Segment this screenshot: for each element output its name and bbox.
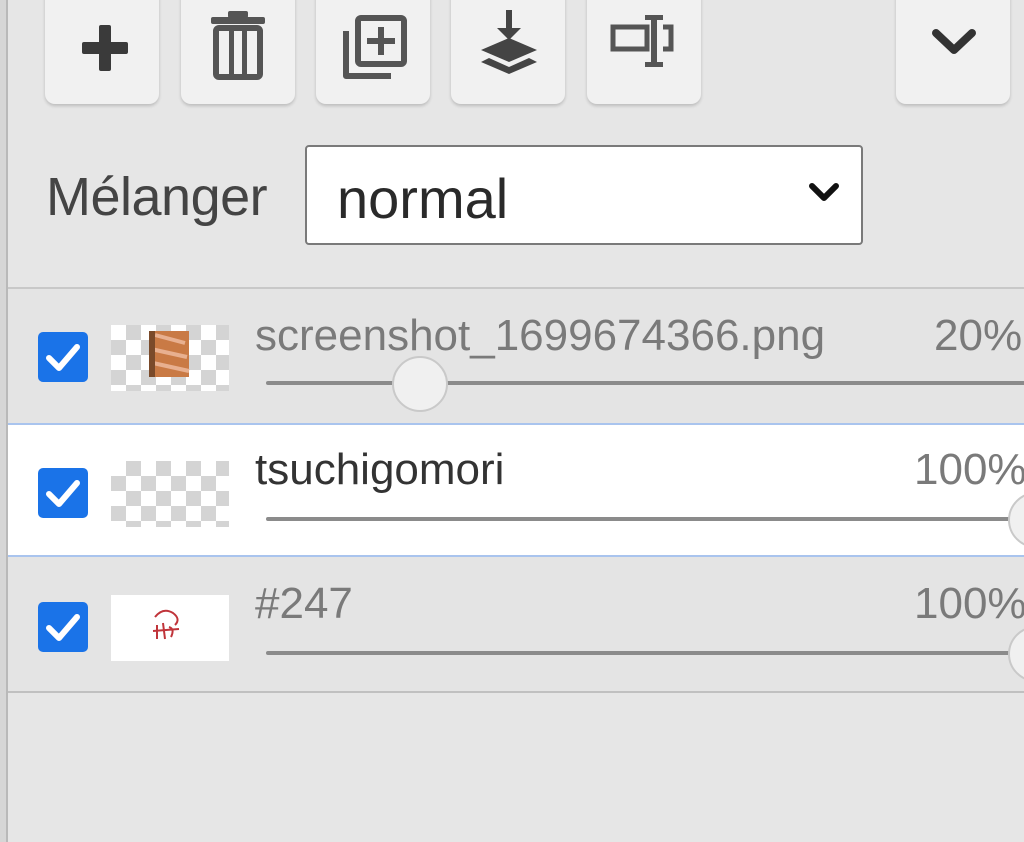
image-thumbnail-icon [149,331,190,377]
layers-list: screenshot_1699674366.png 20% tsuchigomo… [8,287,1024,693]
opacity-slider-track[interactable] [266,517,1024,521]
layer-visibility-checkbox[interactable] [38,332,88,382]
merge-down-icon [481,10,537,74]
rename-icon [610,15,674,67]
sketch-thumbnail-icon [152,609,180,640]
duplicate-icon [343,15,407,79]
layer-name[interactable]: tsuchigomori [255,445,504,495]
rename-layer-button[interactable] [587,0,701,104]
layer-visibility-checkbox[interactable] [38,468,88,518]
layer-opacity: 20% [934,311,1023,360]
opacity-slider-track[interactable] [266,651,1024,655]
blend-mode-value: normal [337,167,509,230]
opacity-slider-thumb[interactable] [1008,492,1024,548]
layers-panel: Mélanger normal screenshot_1699674366.pn… [0,0,1024,842]
opacity-slider-thumb[interactable] [392,356,448,412]
layer-name[interactable]: screenshot_1699674366.png [255,311,825,361]
layer-opacity: 100% [914,579,1024,628]
layer-row[interactable]: screenshot_1699674366.png 20% [8,289,1024,423]
merge-down-button[interactable] [451,0,565,104]
layer-thumbnail [111,595,229,661]
opacity-slider-track[interactable] [266,381,1024,385]
layer-visibility-checkbox[interactable] [38,602,88,652]
layer-name[interactable]: #247 [255,579,353,629]
add-layer-button[interactable] [45,0,159,104]
layer-thumbnail [111,461,229,527]
panel-divider [0,0,8,842]
chevron-down-icon [809,183,839,201]
chevron-down-icon [932,29,976,54]
check-icon [46,480,80,507]
duplicate-layer-button[interactable] [316,0,430,104]
layer-thumbnail [111,325,229,391]
trash-icon [211,11,265,80]
layer-row[interactable]: #247 100% [8,559,1024,693]
opacity-slider-thumb[interactable] [1008,626,1024,682]
blend-mode-label: Mélanger [46,167,268,227]
plus-icon [82,25,128,71]
check-icon [46,614,80,641]
layer-opacity: 100% [914,445,1024,494]
more-options-button[interactable] [896,0,1010,104]
blend-mode-select[interactable]: normal [305,145,863,245]
layer-row-selected[interactable]: tsuchigomori 100% [8,423,1024,557]
delete-layer-button[interactable] [181,0,295,104]
check-icon [46,344,80,371]
